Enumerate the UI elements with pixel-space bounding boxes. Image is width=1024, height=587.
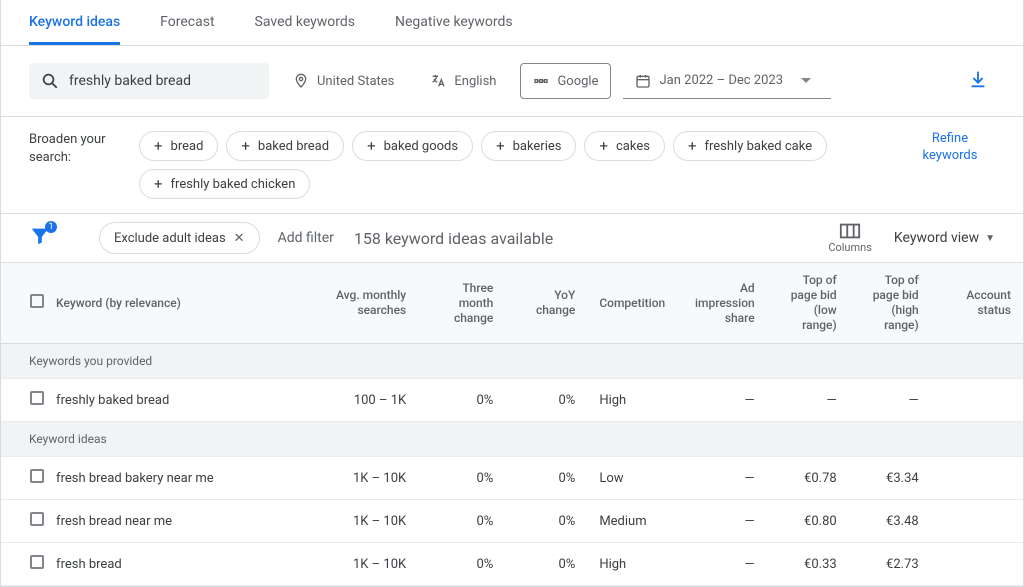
filter-funnel-button[interactable]: 1: [29, 225, 51, 251]
col-account-status[interactable]: Account status: [931, 263, 1023, 344]
plus-icon: +: [154, 137, 163, 155]
location-param[interactable]: United States: [281, 63, 406, 99]
add-filter-button[interactable]: Add filter: [278, 230, 334, 246]
row-checkbox[interactable]: [30, 469, 44, 483]
network-param[interactable]: Google: [520, 63, 611, 99]
tab-negative-keywords[interactable]: Negative keywords: [395, 0, 513, 45]
tab-saved-keywords[interactable]: Saved keywords: [255, 0, 355, 45]
broaden-label: Broaden your search:: [29, 131, 139, 167]
columns-icon: [839, 223, 861, 239]
search-icon: [41, 72, 59, 90]
table-row: fresh bread near me 1K – 10K 0% 0% Mediu…: [1, 500, 1023, 543]
download-button[interactable]: [961, 62, 995, 100]
table-row: fresh bread 1K – 10K 0% 0% High — €0.33 …: [1, 543, 1023, 586]
tab-keyword-ideas[interactable]: Keyword ideas: [29, 0, 120, 45]
col-avg-searches[interactable]: Avg. monthly searches: [275, 263, 419, 344]
keyword-view-select[interactable]: Keyword view ▼: [894, 230, 995, 246]
plus-icon: +: [241, 137, 250, 155]
download-icon: [967, 68, 989, 90]
search-input[interactable]: freshly baked bread: [29, 63, 269, 99]
keyword-cell: fresh bread bakery near me: [44, 457, 275, 500]
broaden-chip-bakeries[interactable]: +bakeries: [481, 131, 576, 161]
row-checkbox[interactable]: [30, 391, 44, 405]
chevron-down-icon: ▼: [985, 233, 995, 244]
calendar-icon: [635, 73, 651, 89]
close-icon[interactable]: ✕: [234, 231, 245, 246]
language-param[interactable]: English: [418, 63, 508, 99]
select-all-checkbox[interactable]: [30, 294, 44, 308]
funnel-badge: 1: [45, 221, 57, 233]
col-competition[interactable]: Competition: [587, 263, 679, 344]
table-row: fresh bread bakery near me 1K – 10K 0% 0…: [1, 457, 1023, 500]
broaden-chip-baked-bread[interactable]: +baked bread: [226, 131, 344, 161]
col-yoy[interactable]: YoY change: [505, 263, 587, 344]
plus-icon: +: [154, 175, 163, 193]
row-checkbox[interactable]: [30, 555, 44, 569]
plus-icon: +: [599, 137, 608, 155]
group-provided: Keywords you provided: [1, 344, 1023, 379]
col-bid-low[interactable]: Top of page bid (low range): [767, 263, 849, 344]
col-keyword[interactable]: Keyword (by relevance): [44, 263, 275, 344]
date-range-param[interactable]: Jan 2022 – Dec 2023: [623, 63, 831, 99]
broaden-chip-freshly-baked-chicken[interactable]: +freshly baked chicken: [139, 169, 310, 199]
refine-keywords-button[interactable]: Refinekeywords: [905, 131, 995, 165]
network-icon: [533, 73, 549, 89]
location-icon: [293, 73, 309, 89]
broaden-chip-bread[interactable]: +bread: [139, 131, 218, 161]
keyword-cell: fresh bread: [44, 543, 275, 586]
plus-icon: +: [367, 137, 376, 155]
row-checkbox[interactable]: [30, 512, 44, 526]
exclude-adult-pill[interactable]: Exclude adult ideas ✕: [99, 222, 260, 254]
plus-icon: +: [496, 137, 505, 155]
columns-button[interactable]: Columns: [828, 223, 872, 254]
search-value: freshly baked bread: [69, 73, 191, 89]
keyword-cell: freshly baked bread: [44, 379, 275, 422]
col-ad-share[interactable]: Ad impression share: [680, 263, 767, 344]
idea-count-label: 158 keyword ideas available: [354, 229, 553, 248]
broaden-chip-cakes[interactable]: +cakes: [584, 131, 664, 161]
language-icon: [430, 73, 446, 89]
keyword-cell: fresh bread near me: [44, 500, 275, 543]
broaden-chip-baked-goods[interactable]: +baked goods: [352, 131, 473, 161]
tab-forecast[interactable]: Forecast: [160, 0, 214, 45]
plus-icon: +: [688, 137, 697, 155]
table-row: freshly baked bread 100 – 1K 0% 0% High …: [1, 379, 1023, 422]
col-three-month[interactable]: Three month change: [418, 263, 505, 344]
group-ideas: Keyword ideas: [1, 422, 1023, 457]
broaden-chip-freshly-baked-cake[interactable]: +freshly baked cake: [673, 131, 827, 161]
chevron-down-icon: [801, 76, 811, 86]
col-bid-high[interactable]: Top of page bid (high range): [849, 263, 931, 344]
